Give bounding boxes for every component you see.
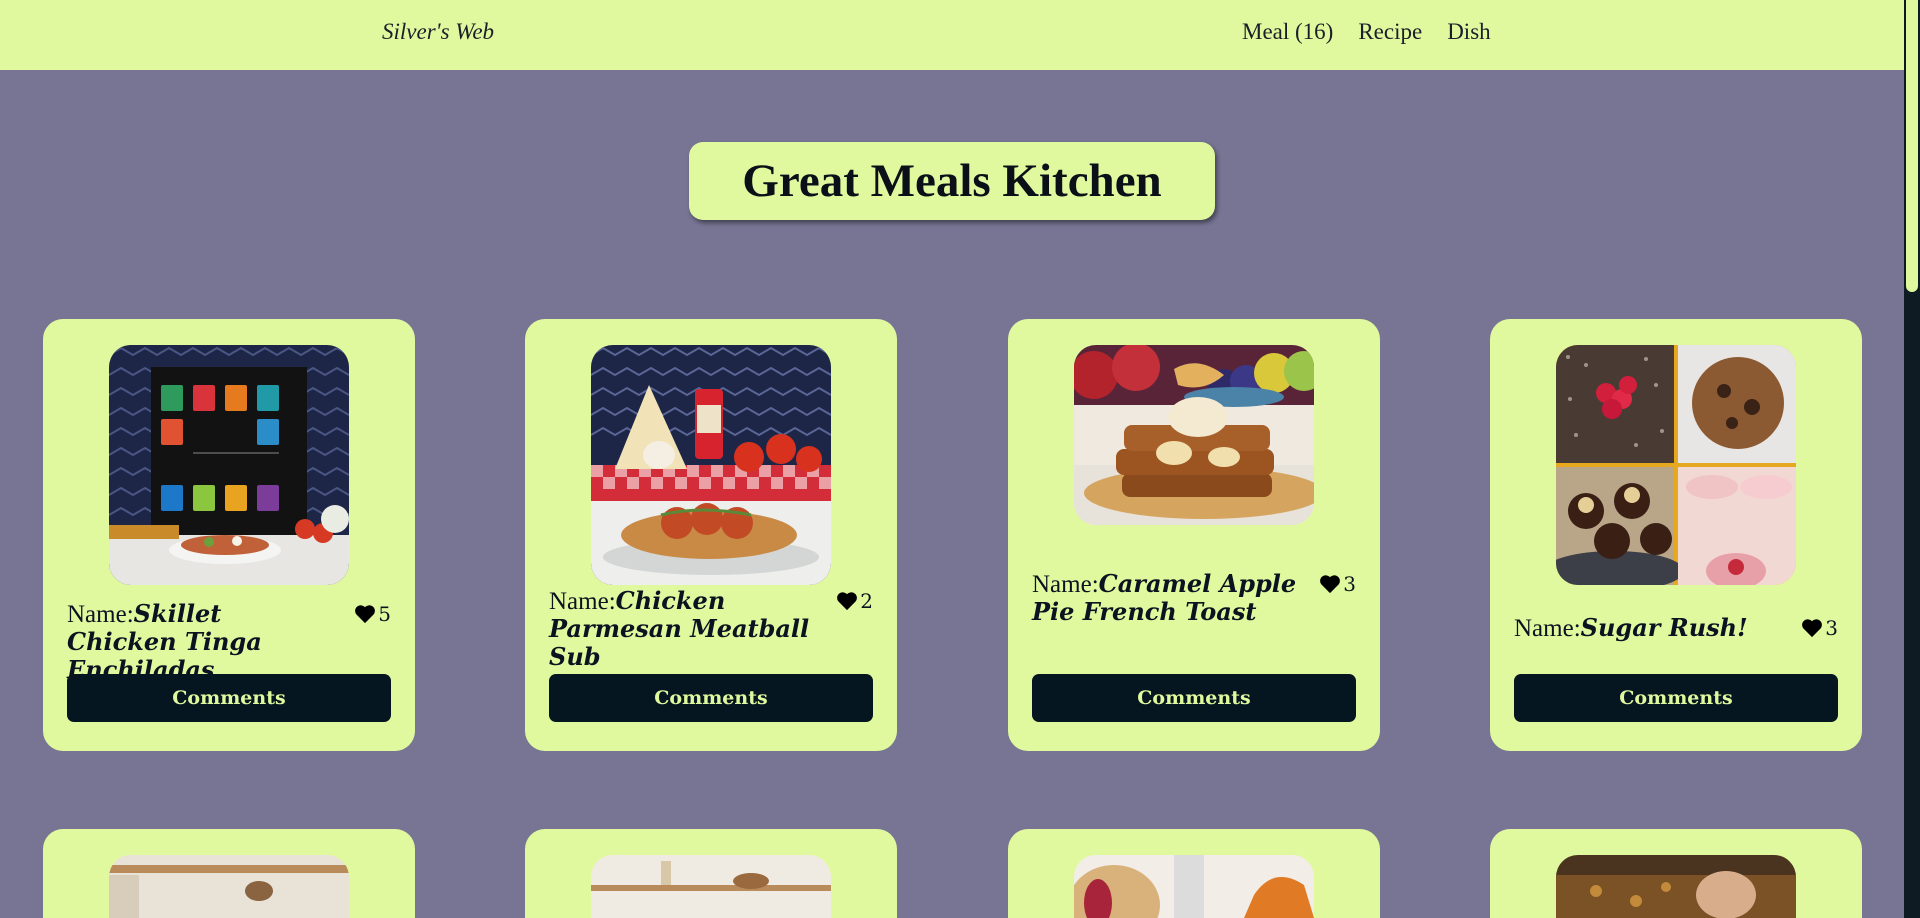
comments-button[interactable]: Comments xyxy=(549,674,873,722)
nav-dish-link[interactable]: Dish xyxy=(1447,19,1490,45)
card-info: Name:Chicken Parmesan Meatball Sub 2 xyxy=(549,587,873,671)
top-navbar: Silver's Web Meal (16) Recipe Dish xyxy=(0,0,1904,70)
meatball-sub-photo xyxy=(591,345,831,585)
meal-name: Name:Skillet Chicken Tinga Enchiladas xyxy=(67,599,262,684)
meal-name: Name:Chicken Parmesan Meatball Sub xyxy=(549,586,810,671)
card-info: Name:Caramel Apple Pie French Toast 3 xyxy=(1032,570,1356,626)
heart-icon[interactable] xyxy=(1801,618,1823,638)
like-count[interactable]: 3 xyxy=(1801,614,1838,640)
meal-card: Name:Caramel Apple Pie French Toast 3 Co… xyxy=(1008,319,1380,751)
site-brand[interactable]: Silver's Web xyxy=(382,19,494,45)
dessert-collage-photo xyxy=(1556,345,1796,585)
card-info: Name:Sugar Rush! 3 xyxy=(1514,614,1838,642)
nav-meal-link[interactable]: Meal (16) xyxy=(1242,19,1333,45)
kitchen-shelf-photo xyxy=(591,855,831,918)
meal-card xyxy=(43,829,415,918)
page-title-box: Great Meals Kitchen xyxy=(689,142,1215,220)
nav-recipe-link[interactable]: Recipe xyxy=(1358,19,1422,45)
pie-photo xyxy=(1074,855,1314,918)
comments-button[interactable]: Comments xyxy=(1032,674,1356,722)
meal-name: Name:Caramel Apple Pie French Toast xyxy=(1032,569,1297,626)
french-toast-photo xyxy=(1074,345,1314,525)
like-count[interactable]: 2 xyxy=(836,587,873,613)
scrollbar-thumb[interactable] xyxy=(1906,0,1918,292)
page-title: Great Meals Kitchen xyxy=(742,155,1162,207)
like-count[interactable]: 3 xyxy=(1319,570,1356,596)
heart-icon[interactable] xyxy=(1319,574,1341,594)
like-count[interactable]: 5 xyxy=(354,600,391,626)
comments-button[interactable]: Comments xyxy=(67,674,391,722)
card-info: Name:Skillet Chicken Tinga Enchiladas 5 xyxy=(67,600,391,684)
meal-name: Name:Sugar Rush! xyxy=(1514,613,1748,642)
page-scrollbar[interactable] xyxy=(1904,0,1920,918)
main-nav: Meal (16) Recipe Dish xyxy=(1242,19,1491,45)
spice-set-enchilada-photo xyxy=(109,345,349,585)
kitchen-photo xyxy=(109,855,349,918)
baked-dish-photo xyxy=(1556,855,1796,918)
meal-card: Name:Sugar Rush! 3 Comments xyxy=(1490,319,1862,751)
meal-card xyxy=(1008,829,1380,918)
meal-card xyxy=(1490,829,1862,918)
heart-icon[interactable] xyxy=(836,591,858,611)
meal-card xyxy=(525,829,897,918)
meal-card: Name:Skillet Chicken Tinga Enchiladas 5 … xyxy=(43,319,415,751)
comments-button[interactable]: Comments xyxy=(1514,674,1838,722)
heart-icon[interactable] xyxy=(354,604,376,624)
meal-card: Name:Chicken Parmesan Meatball Sub 2 Com… xyxy=(525,319,897,751)
